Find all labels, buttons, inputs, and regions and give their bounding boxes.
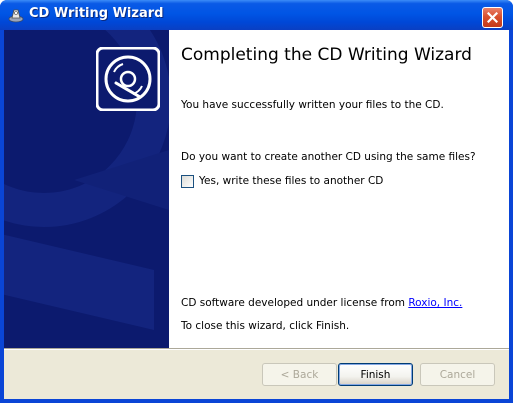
close-button[interactable] bbox=[482, 7, 503, 28]
write-again-checkbox[interactable] bbox=[181, 174, 194, 188]
wizard-content: Completing the CD Writing Wizard You hav… bbox=[169, 30, 509, 348]
wizard-window: CD Writing Wizard Completing the CD Writ… bbox=[0, 0, 513, 403]
footer-divider bbox=[4, 348, 509, 350]
close-icon bbox=[486, 8, 499, 27]
wizard-banner bbox=[4, 30, 169, 348]
roxio-link[interactable]: Roxio, Inc. bbox=[408, 297, 462, 309]
write-again-checkbox-row[interactable]: Yes, write these files to another CD bbox=[181, 173, 383, 189]
back-button[interactable]: < Back bbox=[262, 363, 337, 386]
license-prefix: CD software developed under license from bbox=[181, 297, 409, 309]
wizard-body: Completing the CD Writing Wizard You hav… bbox=[4, 30, 509, 399]
cancel-button[interactable]: Cancel bbox=[420, 363, 495, 386]
finish-button[interactable]: Finish bbox=[338, 363, 413, 386]
close-hint: To close this wizard, click Finish. bbox=[181, 320, 350, 332]
cd-burner-icon bbox=[8, 7, 24, 23]
success-message: You have successfully written your files… bbox=[181, 99, 444, 111]
title-bar[interactable]: CD Writing Wizard bbox=[0, 0, 513, 30]
cd-icon bbox=[95, 46, 161, 112]
write-again-checkbox-label[interactable]: Yes, write these files to another CD bbox=[199, 175, 383, 187]
window-title: CD Writing Wizard bbox=[29, 6, 164, 21]
question-text: Do you want to create another CD using t… bbox=[181, 151, 476, 163]
page-title: Completing the CD Writing Wizard bbox=[181, 45, 472, 65]
license-text: CD software developed under license from… bbox=[181, 297, 462, 309]
